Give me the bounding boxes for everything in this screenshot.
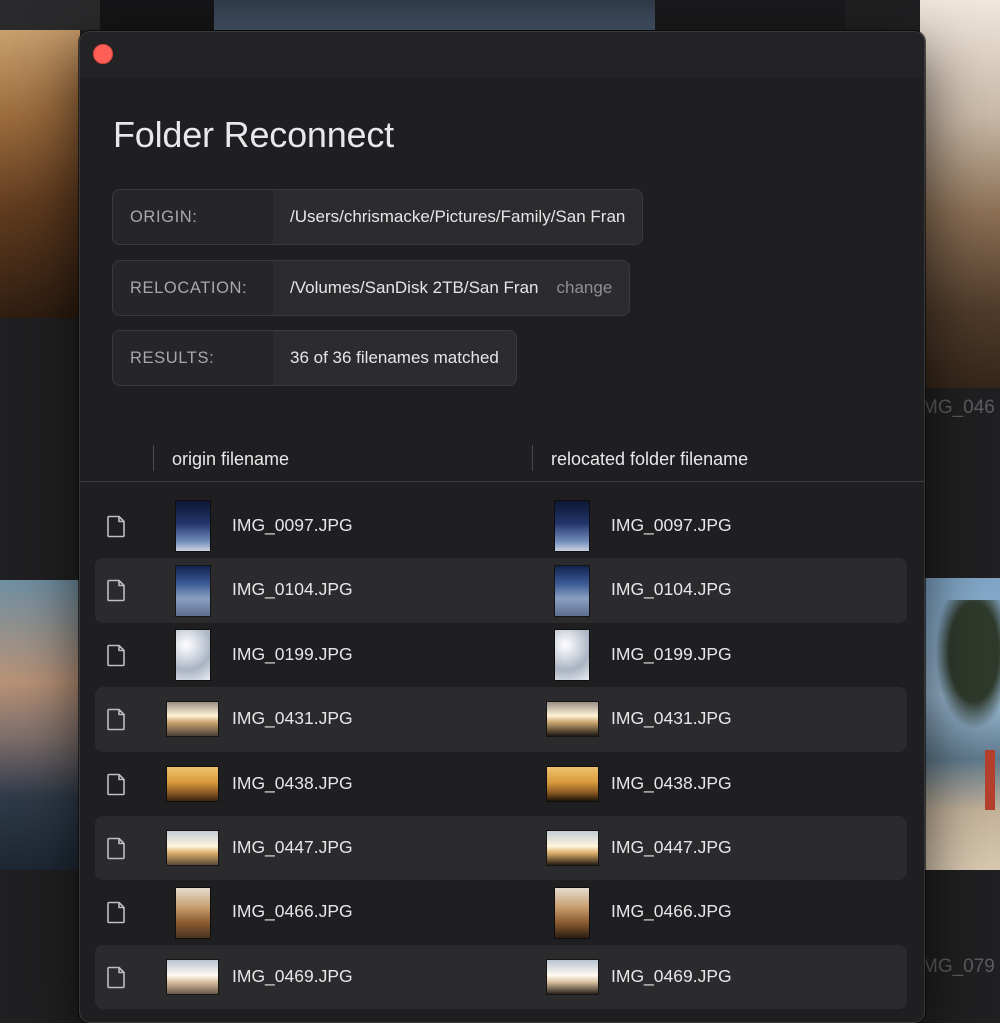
results-label: RESULTS: bbox=[113, 331, 273, 385]
table-row[interactable]: IMG_0104.JPG IMG_0104.JPG bbox=[95, 558, 907, 623]
origin-filename: IMG_0104.JPG bbox=[232, 579, 353, 600]
origin-thumbnail bbox=[167, 959, 218, 994]
origin-label: ORIGIN: bbox=[113, 190, 273, 244]
table-row[interactable]: IMG_0097.JPG IMG_0097.JPG bbox=[95, 494, 907, 558]
relocated-thumbnail bbox=[547, 766, 598, 801]
column-separator bbox=[153, 445, 154, 471]
table-row[interactable]: IMG_0431.JPG IMG_0431.JPG bbox=[95, 687, 907, 752]
document-icon bbox=[107, 773, 125, 795]
origin-filename-column-header[interactable]: origin filename bbox=[172, 449, 289, 470]
table-row[interactable]: IMG_0466.JPG IMG_0466.JPG bbox=[95, 880, 907, 944]
background-photo bbox=[935, 600, 1000, 730]
relocated-filename: IMG_0097.JPG bbox=[611, 515, 732, 535]
results-summary: 36 of 36 filenames matched bbox=[273, 331, 516, 385]
relocated-thumbnail bbox=[555, 629, 589, 680]
background-photo bbox=[0, 580, 80, 870]
column-separator bbox=[532, 445, 533, 471]
relocated-filename: IMG_0199.JPG bbox=[611, 643, 732, 664]
title-bar bbox=[80, 32, 924, 78]
origin-thumbnail bbox=[167, 831, 218, 866]
table-header: origin filename relocated folder filenam… bbox=[80, 437, 924, 482]
origin-filename: IMG_0431.JPG bbox=[232, 708, 353, 729]
origin-filename: IMG_0097.JPG bbox=[232, 515, 353, 535]
background-photo bbox=[0, 0, 100, 30]
relocation-label: RELOCATION: bbox=[113, 261, 273, 315]
origin-filename: IMG_0469.JPG bbox=[232, 965, 353, 986]
document-icon bbox=[107, 644, 125, 667]
document-icon bbox=[107, 580, 125, 602]
origin-filename: IMG_0466.JPG bbox=[232, 901, 353, 922]
origin-thumbnail bbox=[176, 565, 210, 616]
relocation-path: /Volumes/SanDisk 2TB/San Fran bbox=[290, 278, 539, 297]
relocated-thumbnail bbox=[555, 501, 589, 552]
relocated-thumbnail bbox=[547, 702, 598, 737]
document-icon bbox=[107, 966, 125, 989]
relocated-thumbnail bbox=[547, 959, 598, 994]
background-photo bbox=[0, 30, 80, 318]
document-icon bbox=[107, 902, 125, 924]
folder-reconnect-window: Folder Reconnect ORIGIN: /Users/chrismac… bbox=[79, 31, 925, 1023]
background-photo bbox=[655, 0, 845, 30]
origin-filename: IMG_0199.JPG bbox=[232, 643, 353, 664]
origin-thumbnail bbox=[167, 766, 218, 801]
relocated-filename: IMG_0447.JPG bbox=[611, 836, 732, 857]
results-row: RESULTS: 36 of 36 filenames matched bbox=[112, 330, 517, 386]
origin-thumbnail bbox=[167, 702, 218, 737]
relocation-value: /Volumes/SanDisk 2TB/San Fran change bbox=[273, 261, 630, 315]
background-photo bbox=[920, 0, 1000, 388]
origin-thumbnail bbox=[176, 887, 210, 938]
origin-thumbnail bbox=[176, 629, 210, 680]
close-button[interactable] bbox=[93, 44, 113, 64]
relocated-filename-column-header[interactable]: relocated folder filename bbox=[551, 449, 748, 470]
origin-row: ORIGIN: /Users/chrismacke/Pictures/Famil… bbox=[112, 189, 644, 245]
table-row[interactable]: IMG_0469.JPG IMG_0469.JPG bbox=[95, 944, 907, 1010]
background-photo bbox=[100, 0, 214, 30]
origin-filename: IMG_0447.JPG bbox=[232, 836, 353, 857]
relocated-filename: IMG_0431.JPG bbox=[611, 708, 732, 729]
relocated-filename: IMG_0438.JPG bbox=[611, 772, 732, 793]
page-title: Folder Reconnect bbox=[113, 114, 394, 155]
relocated-thumbnail bbox=[555, 565, 589, 616]
table-row[interactable]: IMG_0447.JPG IMG_0447.JPG bbox=[95, 815, 907, 881]
document-icon bbox=[107, 515, 125, 538]
background-filename-label: MG_079 bbox=[922, 956, 995, 977]
origin-filename: IMG_0438.JPG bbox=[232, 772, 353, 793]
relocated-filename: IMG_0104.JPG bbox=[611, 579, 732, 600]
file-match-list: IMG_0097.JPG IMG_0097.JPG IMG_0104.JPG I… bbox=[95, 494, 907, 1010]
origin-thumbnail bbox=[176, 501, 210, 552]
relocated-filename: IMG_0469.JPG bbox=[611, 965, 732, 986]
background-filename-label: MG_046 bbox=[922, 397, 995, 418]
relocation-row: RELOCATION: /Volumes/SanDisk 2TB/San Fra… bbox=[112, 260, 631, 316]
origin-path: /Users/chrismacke/Pictures/Family/San Fr… bbox=[273, 190, 643, 244]
relocated-filename: IMG_0466.JPG bbox=[611, 901, 732, 922]
change-link[interactable]: change bbox=[557, 278, 613, 298]
background-photo bbox=[214, 0, 655, 30]
relocated-thumbnail bbox=[555, 887, 589, 938]
table-row[interactable]: IMG_0199.JPG IMG_0199.JPG bbox=[95, 623, 907, 687]
background-photo bbox=[985, 750, 995, 810]
document-icon bbox=[107, 708, 125, 731]
relocated-thumbnail bbox=[547, 831, 598, 866]
table-row[interactable]: IMG_0438.JPG IMG_0438.JPG bbox=[95, 752, 907, 816]
document-icon bbox=[107, 837, 125, 860]
